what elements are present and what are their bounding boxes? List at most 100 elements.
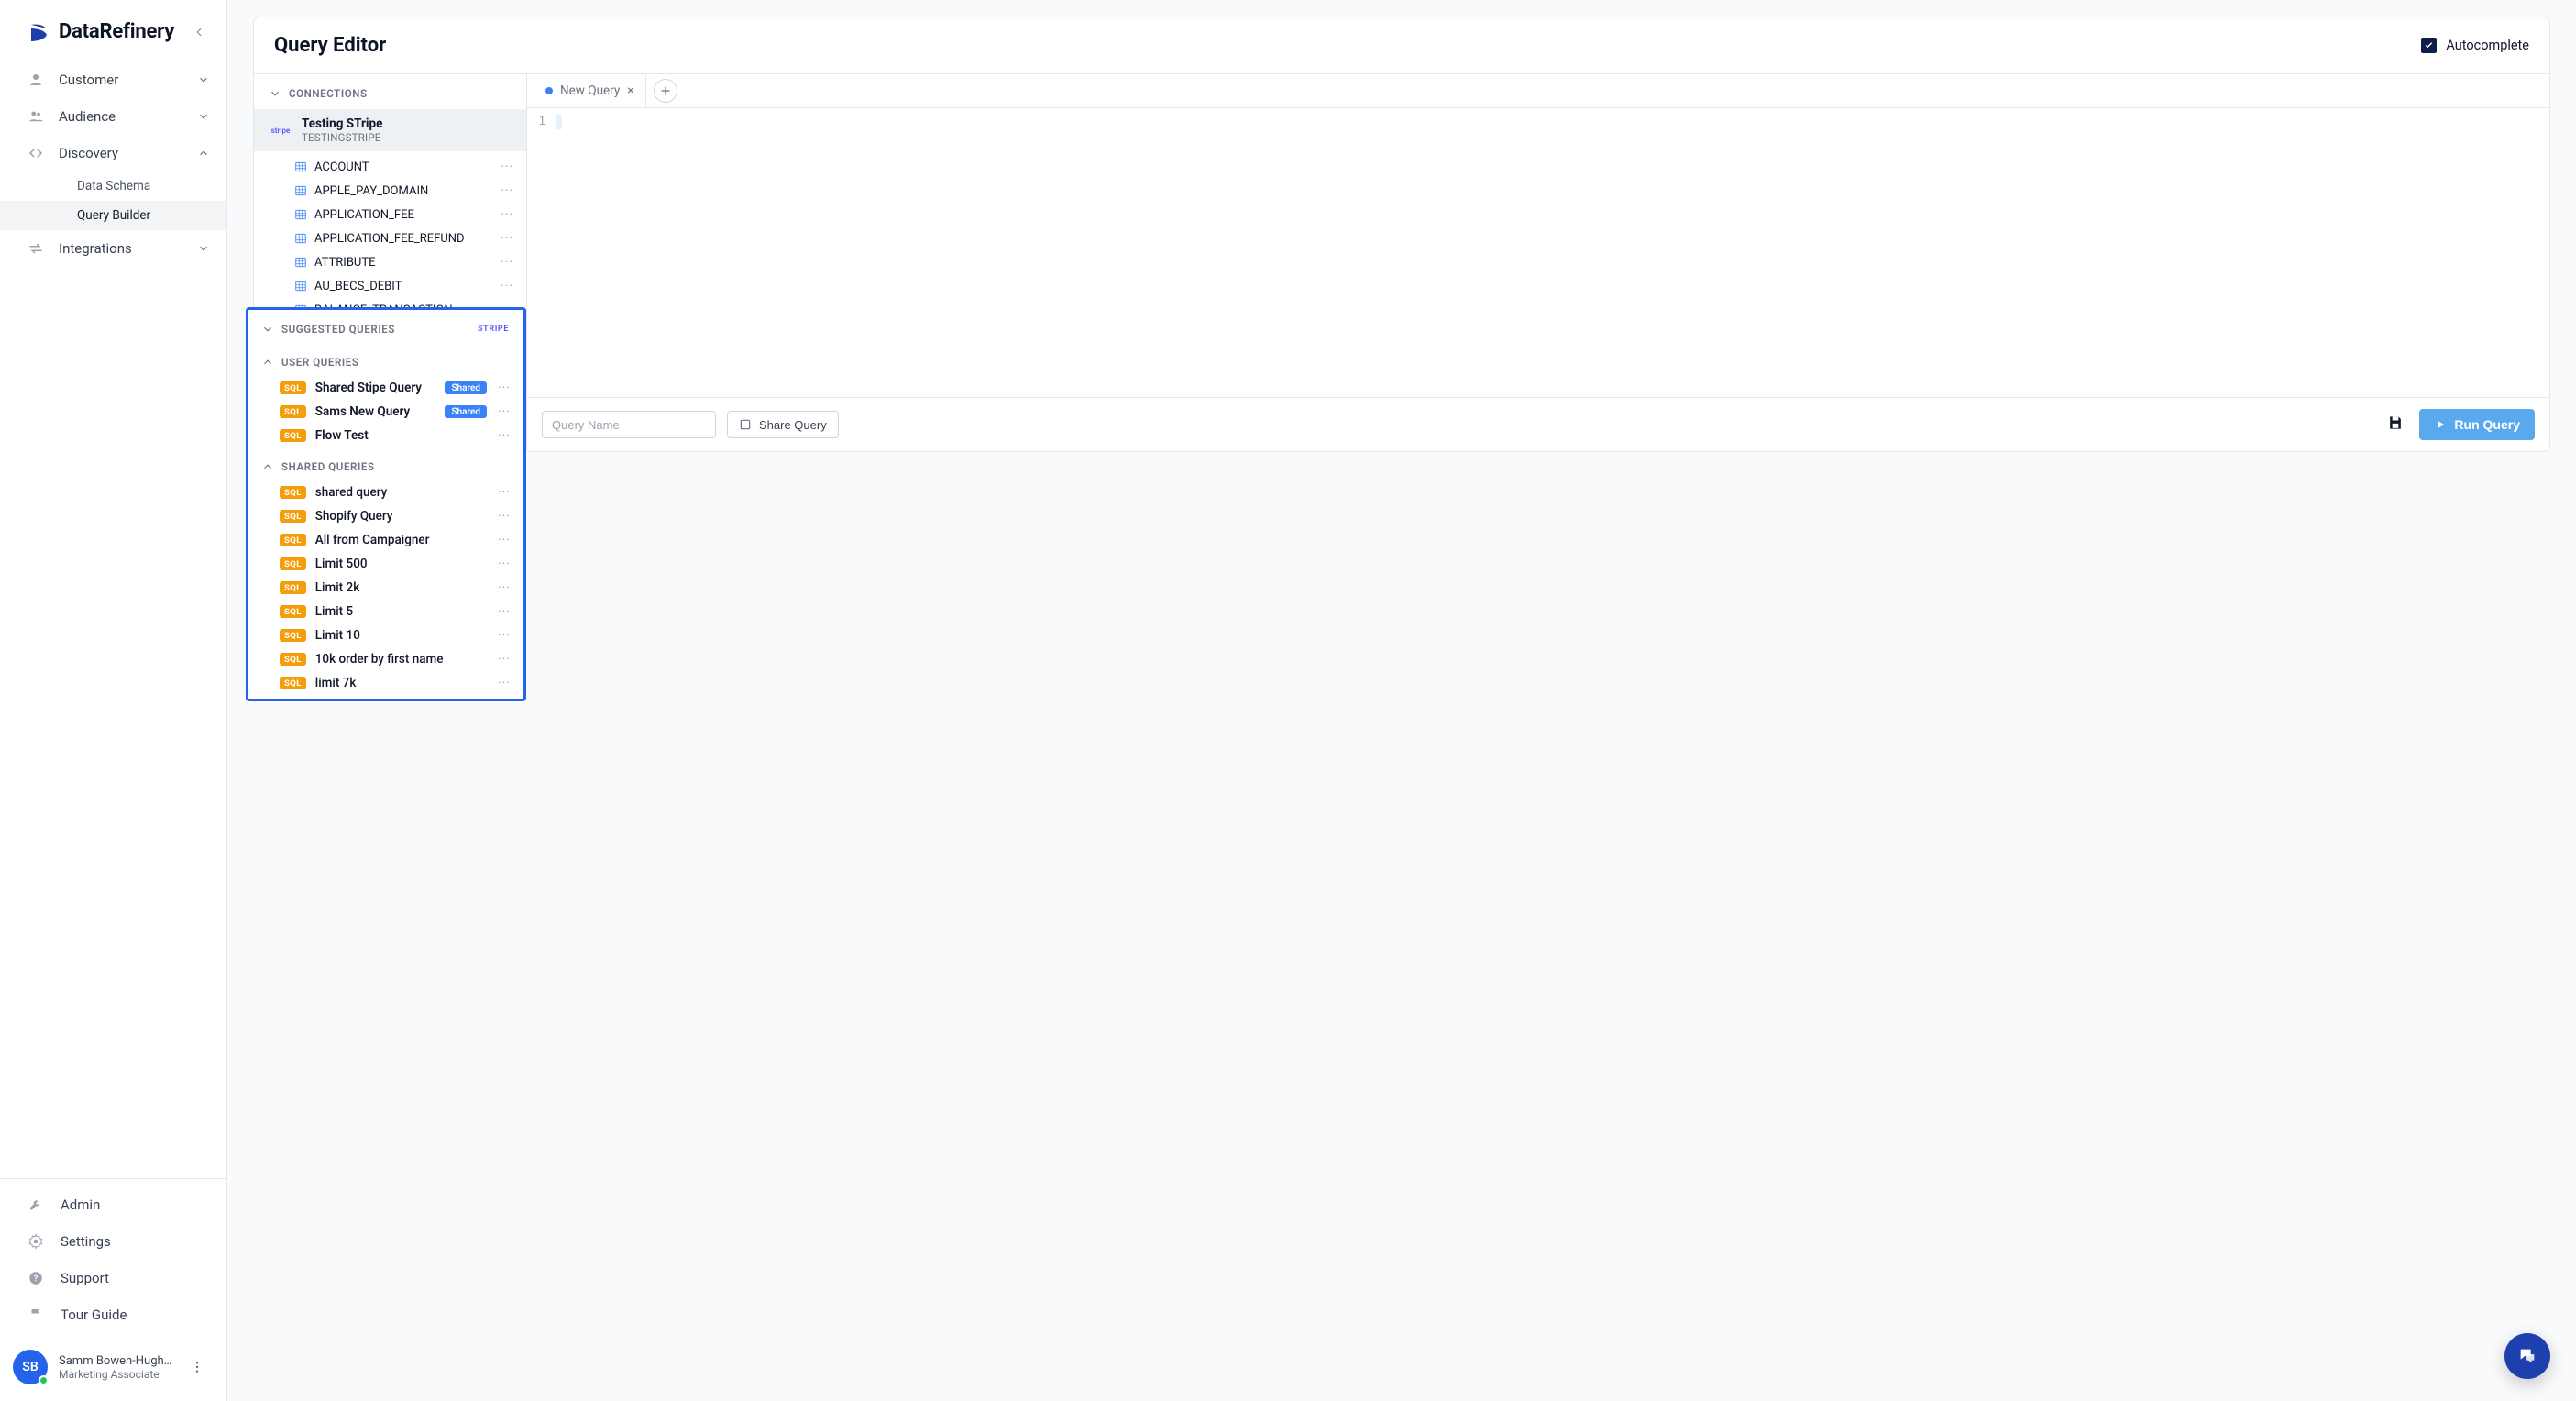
row-actions-button[interactable]: ··· — [499, 207, 515, 222]
table-row[interactable]: APPLICATION_FEE··· — [254, 203, 526, 226]
row-actions-button[interactable]: ··· — [499, 279, 515, 293]
row-actions-button[interactable]: ··· — [499, 183, 515, 198]
user-title: Marketing Associate — [59, 1368, 173, 1381]
query-name-input[interactable] — [542, 411, 716, 438]
query-row[interactable]: SQL Shopify Query ··· — [248, 504, 523, 528]
sql-badge: SQL — [280, 557, 306, 570]
save-button[interactable] — [2386, 414, 2408, 436]
query-row[interactable]: SQLAll from Campaigner··· — [248, 528, 523, 552]
table-row[interactable]: ACCOUNT ··· — [254, 155, 526, 179]
sync-icon — [28, 240, 44, 257]
sidebar-bottom: Admin Settings ? Support Tour Guide — [0, 1178, 226, 1340]
suggested-queries-header[interactable]: SUGGESTED QUERIES stripe — [248, 310, 523, 343]
query-row[interactable]: SQLLimit 500··· — [248, 552, 523, 576]
row-actions-button[interactable]: ··· — [499, 255, 515, 270]
sidebar-sub-query-builder[interactable]: Query Builder — [0, 201, 226, 230]
shared-queries-header[interactable]: SHARED QUERIES — [248, 447, 523, 480]
play-icon — [2434, 418, 2447, 431]
sidebar-sub-data-schema[interactable]: Data Schema — [0, 171, 226, 201]
svg-text:?: ? — [34, 1274, 39, 1284]
query-row[interactable]: SQLFlow Test··· — [248, 424, 523, 447]
query-row[interactable]: SQLShared Stipe QueryShared··· — [248, 376, 523, 400]
share-query-button[interactable]: Share Query — [727, 411, 839, 438]
query-row[interactable]: SQLshared query··· — [248, 480, 523, 504]
table-name: APPLICATION_FEE_REFUND — [314, 232, 491, 246]
chevron-down-icon — [269, 87, 281, 100]
main-canvas: Query Editor Autocomplete CONNECTIONS st… — [227, 0, 2576, 1401]
query-row[interactable]: SQLLimit 2k··· — [248, 576, 523, 600]
table-name: AU_BECS_DEBIT — [314, 280, 491, 293]
user-queries-label: USER QUERIES — [281, 356, 359, 369]
row-actions-button[interactable]: ··· — [496, 557, 512, 571]
avatar[interactable]: SB — [13, 1350, 48, 1384]
sidebar-item-label: Customer — [59, 72, 182, 88]
brand: DataRefinery — [0, 0, 226, 60]
run-query-button[interactable]: Run Query — [2419, 409, 2535, 440]
row-actions-button[interactable]: ··· — [496, 676, 512, 690]
query-row[interactable]: SQLLimit 5··· — [248, 600, 523, 623]
sql-badge: SQL — [280, 429, 306, 442]
sql-badge: SQL — [280, 677, 306, 689]
chevron-down-icon — [261, 323, 274, 336]
presence-indicator — [39, 1375, 49, 1385]
row-actions-button[interactable]: ··· — [496, 580, 512, 595]
query-name: Shopify Query — [315, 509, 487, 524]
table-icon — [294, 160, 307, 173]
user-queries-header[interactable]: USER QUERIES — [248, 343, 523, 376]
table-row[interactable]: APPLE_PAY_DOMAIN··· — [254, 179, 526, 203]
query-row[interactable]: SQLLimit 10··· — [248, 623, 523, 647]
sidebar-item-integrations[interactable]: Integrations — [0, 230, 226, 267]
close-tab-button[interactable]: × — [627, 84, 633, 97]
code-editor[interactable]: 1 — [527, 108, 2549, 397]
table-row[interactable]: APPLICATION_FEE_REFUND ··· — [254, 226, 526, 250]
chat-fab[interactable] — [2504, 1333, 2550, 1379]
table-row[interactable]: AU_BECS_DEBIT ··· — [254, 274, 526, 298]
help-icon: ? — [28, 1270, 44, 1286]
row-actions-button[interactable]: ··· — [496, 381, 512, 395]
user-row: SB Samm Bowen-Hughes Marketing Associate — [0, 1340, 226, 1401]
query-row[interactable]: SQLSams New QueryShared··· — [248, 400, 523, 424]
sidebar-item-tourguide[interactable]: Tour Guide — [0, 1296, 226, 1333]
connections-header[interactable]: CONNECTIONS — [254, 74, 526, 109]
unsaved-dot-icon — [545, 87, 553, 94]
connection-item[interactable]: stripe Testing STripe TESTINGSTRIPE — [254, 109, 526, 151]
collapse-sidebar-button[interactable] — [188, 21, 210, 43]
sidebar-item-admin[interactable]: Admin — [0, 1186, 226, 1223]
shared-chip: Shared — [445, 381, 487, 394]
table-name: ACCOUNT — [314, 160, 491, 174]
query-row[interactable]: SQL limit 7k ··· — [248, 671, 523, 695]
table-row[interactable]: ATTRIBUTE··· — [254, 250, 526, 274]
autocomplete-toggle[interactable]: Autocomplete — [2421, 38, 2529, 53]
sql-badge: SQL — [280, 629, 306, 642]
row-actions-button[interactable]: ··· — [496, 628, 512, 643]
user-name: Samm Bowen-Hughes — [59, 1354, 173, 1368]
add-tab-button[interactable] — [654, 79, 677, 103]
row-actions-button[interactable]: ··· — [496, 652, 512, 667]
row-actions-button[interactable]: ··· — [499, 231, 515, 246]
workspace: CONNECTIONS stripe Testing STripe TESTIN… — [254, 73, 2549, 451]
row-actions-button[interactable]: ··· — [496, 428, 512, 443]
sidebar-item-customer[interactable]: Customer — [0, 61, 226, 98]
row-actions-button[interactable]: ··· — [496, 404, 512, 419]
query-row[interactable]: SQL10k order by first name··· — [248, 647, 523, 671]
sidebar-item-audience[interactable]: Audience — [0, 98, 226, 135]
sidebar-item-settings[interactable]: Settings — [0, 1223, 226, 1260]
editor-tab[interactable]: New Query × — [534, 74, 646, 107]
sidebar-item-support[interactable]: ? Support — [0, 1260, 226, 1296]
row-actions-button[interactable]: ··· — [496, 533, 512, 547]
sidebar-item-discovery[interactable]: Discovery — [0, 135, 226, 171]
save-icon — [2386, 414, 2405, 432]
sql-badge: SQL — [280, 510, 306, 523]
header-bar: Query Editor Autocomplete — [254, 17, 2549, 73]
sql-badge: SQL — [280, 534, 306, 546]
row-actions-button[interactable]: ··· — [499, 160, 515, 174]
user-queries-list: SQLShared Stipe QueryShared···SQLSams Ne… — [248, 376, 523, 447]
user-menu-button[interactable] — [184, 1354, 210, 1380]
chevron-up-icon — [261, 460, 274, 473]
query-name: limit 7k — [315, 676, 487, 690]
row-actions-button[interactable]: ··· — [496, 485, 512, 500]
row-actions-button[interactable]: ··· — [496, 604, 512, 619]
row-actions-button[interactable]: ··· — [496, 509, 512, 524]
code-line[interactable] — [549, 108, 2549, 397]
chevron-left-icon — [193, 26, 205, 39]
